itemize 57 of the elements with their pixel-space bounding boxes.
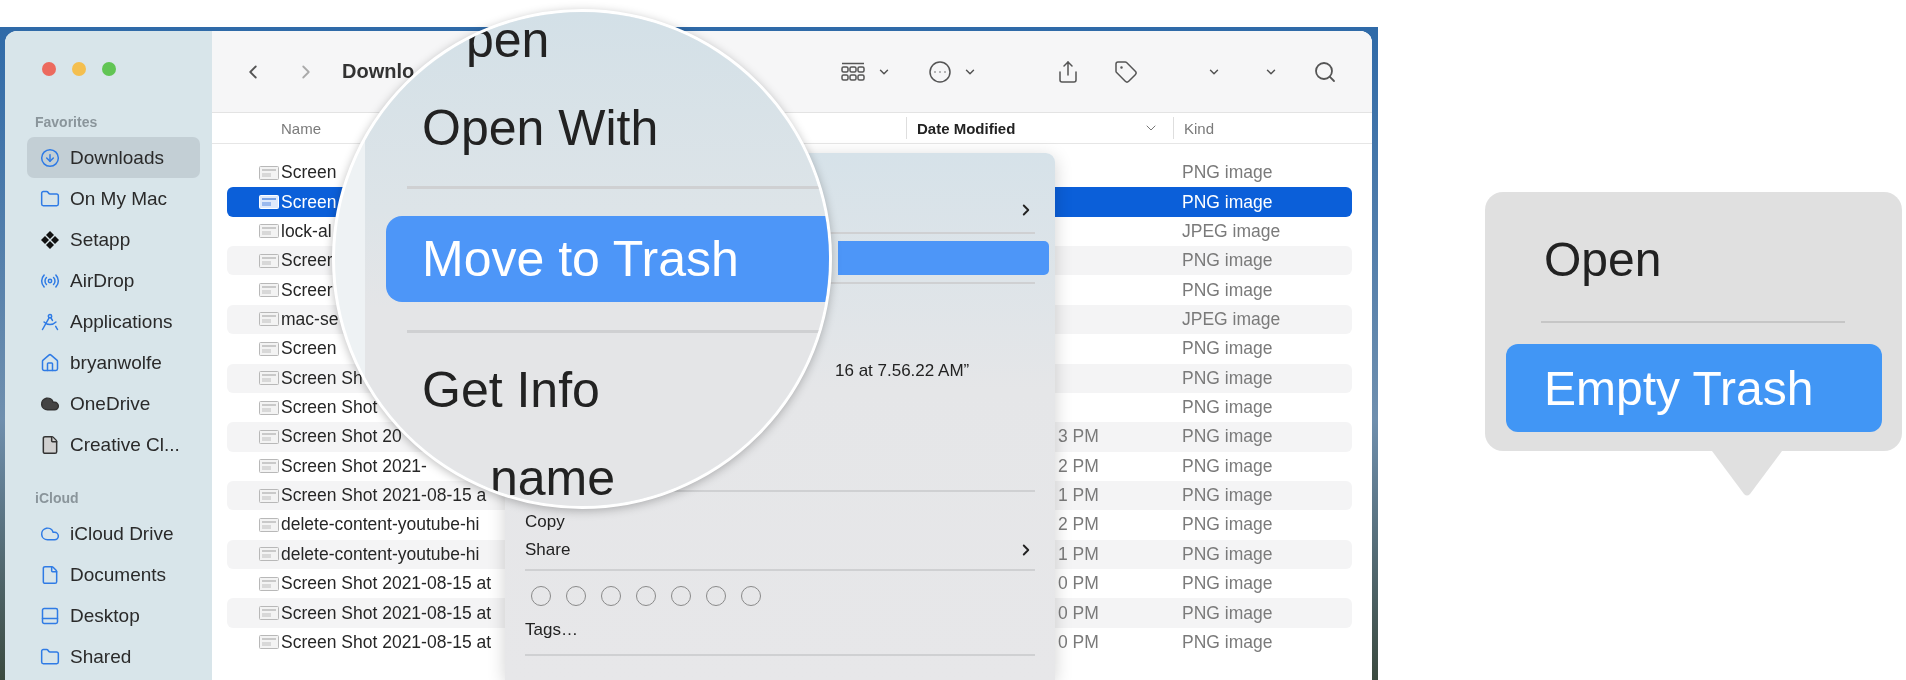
file-name: Screen Shot 2021-08-15 a bbox=[281, 485, 487, 507]
file-name: Screen Shot 2021-08-15 at bbox=[281, 631, 492, 653]
file-kind: PNG image bbox=[1182, 426, 1273, 448]
file-kind: PNG image bbox=[1182, 397, 1273, 419]
file-kind: PNG image bbox=[1182, 455, 1273, 477]
date-modified: 2 PM bbox=[1058, 455, 1099, 477]
file-kind: PNG image bbox=[1182, 602, 1273, 624]
file-kind: JPEG image bbox=[1182, 308, 1281, 330]
date-modified: 2 PM bbox=[1058, 514, 1099, 536]
date-modified: 0 PM bbox=[1058, 602, 1099, 624]
file-kind: PNG image bbox=[1182, 485, 1273, 507]
file-name: Screen bbox=[281, 162, 337, 184]
file-name: delete-content-youtube-hi bbox=[281, 543, 480, 565]
sidebar-label: OneDrive bbox=[70, 392, 151, 415]
date-modified: 1 PM bbox=[1058, 485, 1099, 507]
file-name: Screen Shot 2021-08-15 at bbox=[281, 573, 492, 595]
file-name: Screen bbox=[281, 191, 337, 213]
sidebar-label: Creative Cl... bbox=[70, 433, 180, 456]
file-name: Screer bbox=[281, 279, 333, 301]
sidebar-label: Shared bbox=[70, 645, 132, 668]
file-kind: PNG image bbox=[1182, 367, 1273, 389]
file-name: Screen Shot 2021- bbox=[281, 455, 427, 477]
file-kind: JPEG image bbox=[1182, 220, 1281, 242]
date-modified: 0 PM bbox=[1058, 631, 1099, 653]
date-modified: 3 PM bbox=[1058, 426, 1099, 448]
file-name: mac-se bbox=[281, 308, 339, 330]
file-kind: PNG image bbox=[1182, 279, 1273, 301]
file-name: Screen Sh bbox=[281, 367, 363, 389]
sidebar-section-title: Favorites bbox=[35, 113, 98, 132]
sidebar-label: Desktop bbox=[70, 604, 140, 627]
file-kind: PNG image bbox=[1182, 191, 1273, 213]
file-name: lock-al bbox=[281, 220, 332, 242]
file-kind: PNG image bbox=[1182, 338, 1273, 360]
file-kind: PNG image bbox=[1182, 162, 1273, 184]
sidebar-label: AirDrop bbox=[70, 269, 135, 292]
file-name: Screen bbox=[281, 338, 337, 360]
sidebar-label: Downloads bbox=[70, 146, 164, 169]
sidebar-label: Documents bbox=[70, 563, 167, 586]
file-name: Screen Shot 20 bbox=[281, 426, 402, 448]
window-title: Downlo bbox=[342, 60, 415, 83]
file-name: Screen Shot 2021-08-15 at bbox=[281, 602, 492, 624]
sidebar-label: bryanwolfe bbox=[70, 351, 162, 374]
sidebar-section-title: iCloud bbox=[35, 489, 79, 508]
date-modified: 1 PM bbox=[1058, 543, 1099, 565]
file-kind: PNG image bbox=[1182, 573, 1273, 595]
file-kind: PNG image bbox=[1182, 250, 1273, 272]
sidebar-label: On My Mac bbox=[70, 187, 168, 210]
file-name: Screen Shot bbox=[281, 397, 378, 419]
sidebar-label: Applications bbox=[70, 310, 173, 333]
file-name: Screer bbox=[281, 250, 333, 272]
file-kind: PNG image bbox=[1182, 543, 1273, 565]
date-modified: 0 PM bbox=[1058, 573, 1099, 595]
file-kind: PNG image bbox=[1182, 631, 1273, 653]
sidebar-label: Setapp bbox=[70, 228, 131, 251]
file-kind: PNG image bbox=[1182, 514, 1273, 536]
sidebar-label: iCloud Drive bbox=[70, 522, 174, 545]
file-name: delete-content-youtube-hi bbox=[281, 514, 480, 536]
